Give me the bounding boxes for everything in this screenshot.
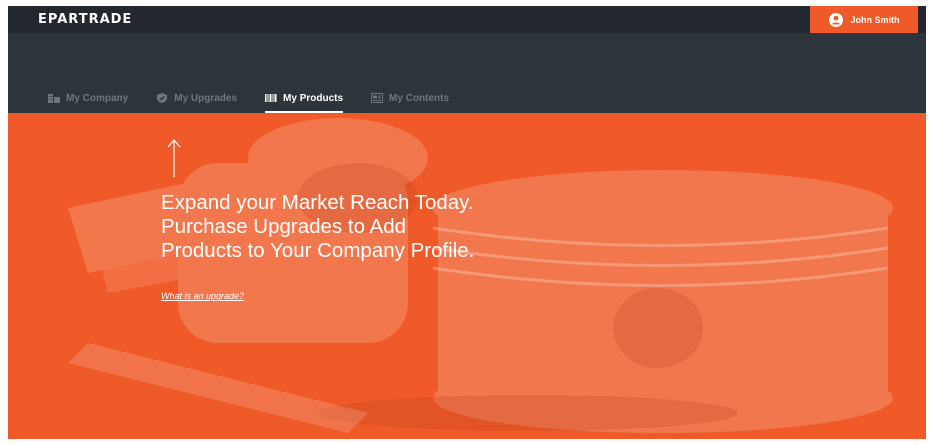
brand-logo[interactable]: EPARTRADE: [38, 12, 132, 27]
document-icon: [371, 93, 384, 103]
user-menu-button[interactable]: John Smith: [810, 6, 918, 33]
tab-label: My Products: [283, 92, 344, 104]
hero-headline: Expand your Market Reach Today. Purchase…: [161, 191, 581, 263]
user-circle-icon: [828, 12, 843, 27]
user-name: John Smith: [850, 14, 900, 25]
piston-background-image: [68, 118, 893, 433]
headline-line: Products to Your Company Profile.: [161, 239, 475, 262]
hero-banner: Expand your Market Reach Today. Purchase…: [8, 113, 926, 439]
tab-label: My Company: [66, 92, 129, 104]
navigation-area: My Company My Upgrades My Products My Co…: [8, 33, 926, 113]
shield-icon: [157, 93, 168, 103]
headline-line: Purchase Upgrades to Add: [161, 215, 407, 238]
tab-my-contents[interactable]: My Contents: [371, 87, 449, 109]
tab-my-company[interactable]: My Company: [48, 87, 128, 109]
tab-bar: My Company My Upgrades My Products My Co…: [48, 87, 477, 113]
tab-my-products[interactable]: My Products: [265, 87, 344, 113]
tab-label: My Upgrades: [174, 92, 238, 104]
top-bar: EPARTRADE John Smith: [8, 6, 926, 33]
tab-my-upgrades[interactable]: My Upgrades: [156, 87, 237, 109]
barcode-icon: [265, 94, 277, 102]
building-icon: [48, 94, 60, 103]
app-frame: EPARTRADE John Smith My Company My Upgra…: [8, 6, 926, 439]
what-is-upgrade-link[interactable]: What is an upgrade?: [161, 291, 244, 301]
headline-line: Expand your Market Reach Today.: [161, 191, 474, 214]
tab-label: My Contents: [389, 92, 450, 104]
arrow-up-icon: [167, 139, 181, 177]
